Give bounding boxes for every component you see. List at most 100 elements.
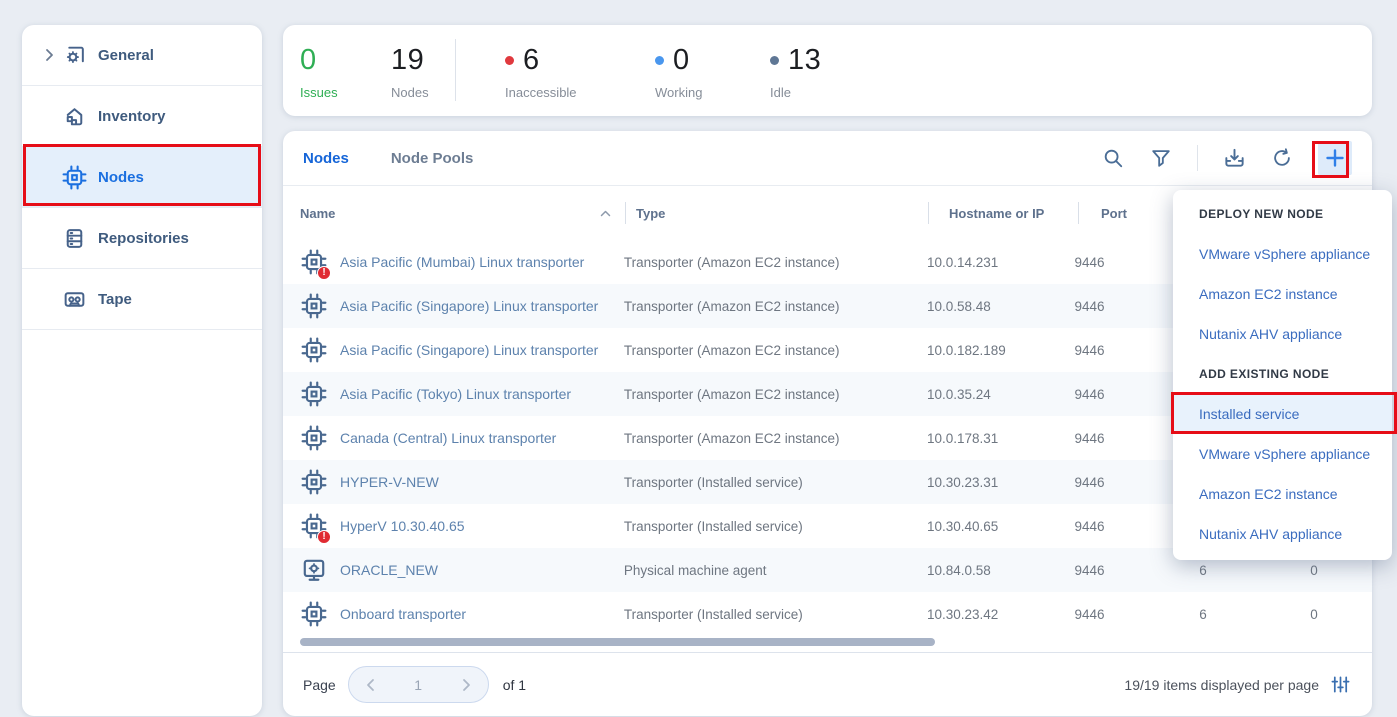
node-name-link[interactable]: Onboard transporter	[340, 606, 466, 622]
stat-value: 19	[391, 44, 424, 77]
node-name-cell[interactable]: ! Canada (Central) Linux transporter	[300, 425, 614, 452]
gear-icon	[60, 41, 88, 69]
refresh-icon[interactable]	[1270, 146, 1294, 170]
node-type-cell: Transporter (Amazon EC2 instance)	[614, 431, 907, 446]
node-name-cell[interactable]: ! Asia Pacific (Tokyo) Linux transporter	[300, 381, 614, 408]
node-hostname-cell: 10.0.182.189	[907, 343, 1053, 358]
tab-nodes[interactable]: Nodes	[303, 150, 349, 167]
sidebar-item-nodes[interactable]: Nodes	[22, 147, 262, 208]
node-hostname-cell: 10.30.40.65	[907, 519, 1053, 534]
tape-icon	[60, 285, 88, 313]
node-name-cell[interactable]: ! HyperV 10.30.40.65	[300, 513, 614, 540]
node-name-link[interactable]: HYPER-V-NEW	[340, 474, 439, 490]
transporter-chip-icon	[301, 381, 327, 407]
transporter-chip-icon	[301, 601, 327, 627]
node-port-cell: 9446	[1053, 475, 1150, 490]
column-header-type[interactable]: Type	[625, 202, 928, 224]
node-name-link[interactable]: Asia Pacific (Mumbai) Linux transporter	[340, 254, 584, 270]
sidebar-item-general[interactable]: General	[22, 25, 262, 86]
transporter-chip-icon	[301, 293, 327, 319]
node-port-cell: 9446	[1053, 387, 1150, 402]
column-header-port[interactable]: Port	[1078, 202, 1178, 224]
toolbar-divider	[1197, 145, 1198, 171]
node-name-link[interactable]: HyperV 10.30.40.65	[340, 518, 465, 534]
chip-icon	[60, 163, 88, 191]
physical-machine-icon	[301, 557, 327, 583]
menu-item-deploy-ec2[interactable]: Amazon EC2 instance	[1173, 274, 1392, 314]
tab-node-pools[interactable]: Node Pools	[391, 150, 474, 167]
stat-label: Nodes	[391, 85, 429, 100]
page-stepper: 1	[348, 666, 489, 703]
stat-label: Inaccessible	[505, 85, 577, 100]
menu-item-deploy-vmware[interactable]: VMware vSphere appliance	[1173, 234, 1392, 274]
node-name-cell[interactable]: ! Asia Pacific (Singapore) Linux transpo…	[300, 293, 614, 320]
sidebar-item-tape[interactable]: Tape	[22, 269, 262, 330]
menu-item-add-vmware[interactable]: VMware vSphere appliance	[1173, 434, 1392, 474]
page-label: Page	[303, 677, 336, 693]
stat-value: 6	[523, 44, 540, 77]
menu-item-deploy-nutanix[interactable]: Nutanix AHV appliance	[1173, 314, 1392, 354]
search-icon[interactable]	[1101, 146, 1125, 170]
node-hostname-cell: 10.30.23.31	[907, 475, 1053, 490]
node-port-cell: 9446	[1053, 607, 1150, 622]
stats-divider	[455, 39, 456, 101]
node-name-link[interactable]: Canada (Central) Linux transporter	[340, 430, 556, 446]
blue-status-dot	[655, 56, 664, 65]
node-name-cell[interactable]: ! HYPER-V-NEW	[300, 469, 614, 496]
node-name-cell[interactable]: ! Asia Pacific (Singapore) Linux transpo…	[300, 337, 614, 364]
sidebar-item-repositories[interactable]: Repositories	[22, 208, 262, 269]
stat-inaccessible: 6 Inaccessible	[505, 42, 577, 100]
transporter-chip-icon	[301, 337, 327, 363]
nodes-summary-bar: 0 Issues 19 Nodes 6 Inaccessible 0 Worki…	[283, 25, 1372, 116]
sidebar-item-inventory[interactable]: Inventory	[22, 86, 262, 147]
pagination-footer: Page 1 of 1 19/19 items displayed per pa…	[283, 653, 1372, 716]
node-type-cell: Transporter (Amazon EC2 instance)	[614, 255, 907, 270]
menu-item-add-nutanix[interactable]: Nutanix AHV appliance	[1173, 514, 1392, 554]
sidebar-item-label: Tape	[98, 291, 132, 308]
node-type-cell: Transporter (Amazon EC2 instance)	[614, 299, 907, 314]
sort-ascending-icon[interactable]	[600, 210, 611, 217]
column-header-name[interactable]: Name	[300, 202, 625, 224]
sidebar-item-label: Nodes	[98, 169, 144, 186]
node-hostname-cell: 10.30.23.42	[907, 607, 1053, 622]
filter-icon[interactable]	[1149, 146, 1173, 170]
add-node-button[interactable]	[1318, 141, 1352, 175]
node-port-cell: 9446	[1053, 519, 1150, 534]
table-toolbar	[1101, 141, 1352, 175]
chevron-right-icon[interactable]	[22, 48, 60, 62]
next-page-icon[interactable]	[462, 678, 471, 692]
node-name-link[interactable]: ORACLE_NEW	[340, 562, 438, 578]
import-icon[interactable]	[1222, 146, 1246, 170]
node-name-link[interactable]: Asia Pacific (Tokyo) Linux transporter	[340, 386, 571, 402]
node-type-cell: Transporter (Installed service)	[614, 475, 907, 490]
node-name-link[interactable]: Asia Pacific (Singapore) Linux transport…	[340, 298, 598, 314]
stat-value: 13	[788, 44, 821, 77]
node-name-cell[interactable]: ! ORACLE_NEW	[300, 557, 614, 584]
menu-item-installed-service[interactable]: Installed service	[1173, 394, 1392, 434]
sidebar-item-label: General	[98, 47, 154, 64]
node-extra-cell-2: 0	[1256, 607, 1372, 622]
current-page-value[interactable]: 1	[414, 677, 422, 693]
stat-idle: 13 Idle	[770, 42, 821, 100]
table-row[interactable]: ! Onboard transporter Transporter (Insta…	[283, 592, 1372, 636]
node-hostname-cell: 10.0.58.48	[907, 299, 1053, 314]
menu-item-add-ec2[interactable]: Amazon EC2 instance	[1173, 474, 1392, 514]
column-header-hostname[interactable]: Hostname or IP	[928, 202, 1078, 224]
previous-page-icon[interactable]	[366, 678, 375, 692]
node-extra-cell-2: 0	[1256, 563, 1372, 578]
horizontal-scrollbar[interactable]	[300, 638, 935, 646]
stat-label: Issues	[300, 85, 338, 100]
node-name-link[interactable]: Asia Pacific (Singapore) Linux transport…	[340, 342, 598, 358]
node-hostname-cell: 10.0.178.31	[907, 431, 1053, 446]
node-port-cell: 9446	[1053, 431, 1150, 446]
display-settings-icon[interactable]	[1331, 675, 1350, 694]
sidebar-item-label: Inventory	[98, 108, 166, 125]
error-badge-icon: !	[317, 530, 331, 544]
tab-bar: Nodes Node Pools	[283, 131, 1372, 186]
menu-section-header: ADD EXISTING NODE	[1173, 354, 1392, 394]
stat-value: 0	[673, 44, 690, 77]
node-name-cell[interactable]: ! Asia Pacific (Mumbai) Linux transporte…	[300, 249, 614, 276]
node-name-cell[interactable]: ! Onboard transporter	[300, 601, 614, 628]
stat-label: Idle	[770, 85, 821, 100]
node-port-cell: 9446	[1053, 563, 1150, 578]
